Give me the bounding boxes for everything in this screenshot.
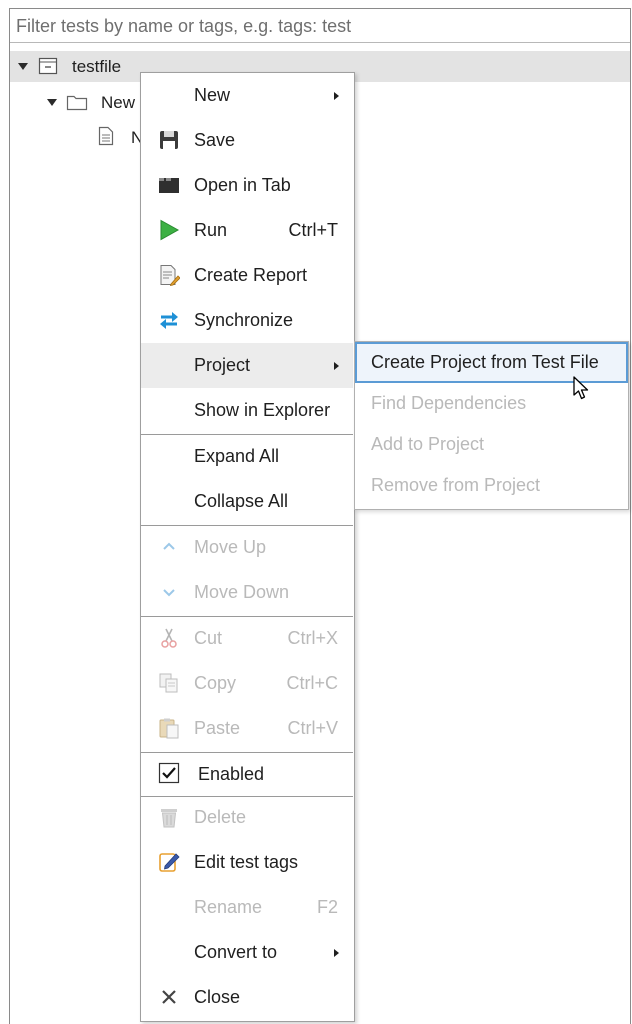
menu-item-label: Expand All	[194, 446, 280, 466]
menu-item-open-in-tab[interactable]: Open in Tab	[141, 163, 353, 208]
menu-item-label: Enabled	[198, 764, 265, 784]
menu-item-label: New	[194, 85, 231, 105]
checkbox-checked-icon[interactable]	[158, 762, 180, 784]
menu-item-label: Synchronize	[194, 310, 294, 330]
chevron-down-icon	[163, 589, 175, 597]
menu-item-move-down: Move Down	[141, 570, 353, 615]
menu-item-enabled[interactable]: Enabled	[141, 752, 353, 796]
menu-item-label: Collapse All	[194, 491, 289, 511]
menu-item-convert-to[interactable]: Convert to	[141, 930, 353, 975]
menu-item-label: Create Report	[194, 265, 308, 285]
menu-item-paste: Paste Ctrl+V	[141, 706, 353, 751]
chevron-up-icon	[163, 542, 175, 550]
submenu-arrow-icon	[334, 949, 339, 957]
menu-item-project[interactable]: Project	[141, 343, 353, 388]
expand-toggle-icon[interactable]	[18, 63, 28, 70]
menu-item-remove-from-project: Remove from Project	[355, 465, 628, 506]
submenu-arrow-icon	[334, 362, 339, 370]
menu-item-new[interactable]: New	[141, 73, 353, 118]
save-icon	[160, 131, 178, 149]
menu-item-collapse-all[interactable]: Collapse All	[141, 479, 353, 524]
shortcut-label: Ctrl+C	[286, 673, 338, 693]
menu-item-label: Copy	[194, 673, 237, 693]
run-icon	[160, 219, 180, 241]
menu-item-create-report[interactable]: Create Report	[141, 253, 353, 298]
shortcut-label: Ctrl+X	[287, 628, 338, 648]
tree-item-label: New	[101, 93, 136, 112]
menu-item-expand-all[interactable]: Expand All	[141, 434, 353, 479]
menu-item-label: Move Up	[194, 537, 267, 557]
shortcut-label: Ctrl+V	[287, 718, 338, 738]
menu-item-synchronize[interactable]: Synchronize	[141, 298, 353, 343]
report-icon	[160, 265, 180, 286]
menu-item-label: Show in Explorer	[194, 400, 331, 420]
menu-item-label: Edit test tags	[194, 852, 299, 872]
menu-item-label: Rename	[194, 897, 263, 917]
filter-input[interactable]: Filter tests by name or tags, e.g. tags:…	[10, 9, 630, 43]
close-icon	[162, 990, 176, 1004]
menu-item-label: Close	[194, 987, 241, 1007]
menu-item-label: Find Dependencies	[371, 393, 527, 413]
menu-item-label: Move Down	[194, 582, 290, 602]
scissors-icon	[161, 628, 177, 648]
folder-icon	[66, 95, 88, 111]
copy-icon	[159, 673, 178, 693]
menu-item-label: Delete	[194, 807, 247, 827]
menu-item-label: Cut	[194, 628, 223, 648]
tree-item-label: testfile	[72, 57, 122, 76]
menu-item-label: Save	[194, 130, 236, 150]
menu-item-label: Run	[194, 220, 228, 240]
document-icon	[98, 126, 114, 146]
test-file-icon	[38, 57, 58, 75]
menu-item-label: Open in Tab	[194, 175, 291, 195]
paste-icon	[159, 718, 179, 739]
shortcut-label: F2	[316, 897, 338, 917]
mouse-pointer-icon	[573, 376, 589, 400]
open-tab-icon	[159, 178, 179, 193]
menu-item-move-up: Move Up	[141, 525, 353, 570]
menu-item-label: Project	[194, 355, 251, 375]
menu-item-rename: Rename F2	[141, 885, 353, 930]
submenu-arrow-icon	[334, 92, 339, 100]
menu-item-show-in-explorer[interactable]: Show in Explorer	[141, 388, 353, 433]
menu-item-add-to-project: Add to Project	[355, 424, 628, 465]
menu-item-cut: Cut Ctrl+X	[141, 616, 353, 661]
project-submenu: Create Project from Test File Find Depen…	[354, 341, 629, 510]
menu-item-run[interactable]: Run Ctrl+T	[141, 208, 353, 253]
menu-item-label: Add to Project	[371, 434, 485, 454]
trash-icon	[161, 809, 177, 828]
menu-item-label: Create Project from Test File	[371, 352, 599, 372]
menu-item-close[interactable]: Close	[141, 975, 353, 1020]
context-menu: New Save Open in Tab Run Ctrl+T Create R…	[140, 72, 355, 1022]
menu-item-label: Paste	[194, 718, 241, 738]
menu-item-label: Convert to	[194, 942, 278, 962]
menu-item-copy: Copy Ctrl+C	[141, 661, 353, 706]
expand-toggle-icon[interactable]	[47, 99, 57, 106]
menu-item-label: Remove from Project	[371, 475, 541, 495]
menu-item-edit-test-tags[interactable]: Edit test tags	[141, 840, 353, 885]
sync-icon	[160, 312, 178, 329]
menu-item-delete: Delete	[141, 795, 353, 840]
edit-tags-icon	[159, 853, 180, 872]
menu-item-save[interactable]: Save	[141, 118, 353, 163]
shortcut-label: Ctrl+T	[288, 220, 339, 240]
